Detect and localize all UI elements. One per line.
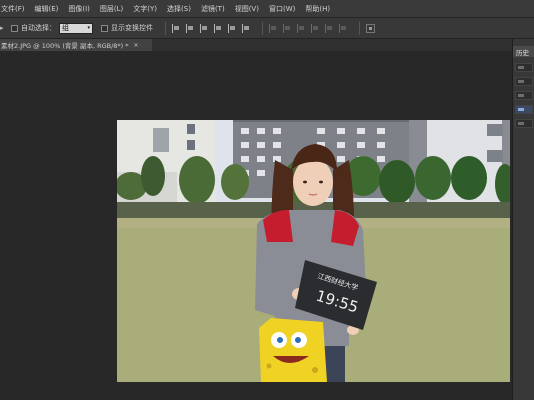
menu-window[interactable]: 窗口(W) <box>264 4 300 14</box>
center-building-roof <box>233 120 409 122</box>
document-tab-bar: 素材2.JPG @ 100% (背景 副本, RGB/8*) * × <box>0 39 512 51</box>
auto-select-checkbox[interactable] <box>11 24 18 32</box>
document-tab[interactable]: 素材2.JPG @ 100% (背景 副本, RGB/8*) * × <box>0 39 152 51</box>
history-state-icon[interactable] <box>515 119 533 128</box>
distribute-top-icon[interactable] <box>269 23 277 33</box>
menu-image[interactable]: 图像(I) <box>63 4 95 14</box>
menu-type[interactable]: 文字(Y) <box>128 4 162 14</box>
align-left-icon[interactable] <box>214 23 222 33</box>
show-transform-label: 显示变换控件 <box>111 24 153 32</box>
menu-edit[interactable]: 编辑(E) <box>30 4 64 14</box>
left-building-window <box>187 124 195 134</box>
menu-bar: 文件(F) 编辑(E) 图像(I) 图层(L) 文字(Y) 选择(S) 滤镜(T… <box>0 0 534 18</box>
history-state-icon[interactable] <box>515 91 533 100</box>
history-state-icon-active[interactable] <box>515 105 533 114</box>
align-right-icon[interactable] <box>242 23 250 33</box>
divider <box>165 21 166 35</box>
history-state-icon[interactable] <box>515 63 533 72</box>
right-panel-strip: 历史 <box>512 39 534 400</box>
menu-layer[interactable]: 图层(L) <box>95 4 128 14</box>
distribute-hcenter-icon[interactable] <box>325 23 333 33</box>
history-state-icon[interactable] <box>515 77 533 86</box>
history-panel-tab[interactable]: 历史 <box>513 46 534 57</box>
menu-view[interactable]: 视图(V) <box>230 4 264 14</box>
auto-select-value: 组 <box>62 24 69 32</box>
show-transform-checkbox[interactable] <box>101 24 108 32</box>
divider <box>262 21 263 35</box>
distribute-right-icon[interactable] <box>339 23 347 33</box>
auto-select-dropdown[interactable]: 组 ▾ <box>59 22 93 34</box>
distribute-vcenter-icon[interactable] <box>283 23 291 33</box>
canvas-area[interactable]: 江西财经大学 19:55 <box>0 51 512 400</box>
align-hcenter-icon[interactable] <box>228 23 236 33</box>
align-bottom-icon[interactable] <box>200 23 208 33</box>
tool-preset-arrow-icon[interactable]: ▸ <box>0 24 4 32</box>
options-bar: ▸ 自动选择： 组 ▾ 显示变换控件 <box>0 18 534 39</box>
right-building-window <box>487 124 503 136</box>
distribute-left-icon[interactable] <box>311 23 319 33</box>
document-photo[interactable]: 江西财经大学 19:55 <box>117 120 510 382</box>
menu-select[interactable]: 选择(S) <box>162 4 196 14</box>
auto-align-layers-icon[interactable] <box>366 23 375 33</box>
left-building-window <box>187 140 195 150</box>
document-tab-label: 素材2.JPG @ 100% (背景 副本, RGB/8*) * <box>1 42 129 50</box>
photo-scene: 江西财经大学 19:55 <box>117 120 510 382</box>
align-vcenter-icon[interactable] <box>186 23 194 33</box>
left-building-window <box>153 128 169 152</box>
menu-file[interactable]: 文件(F) <box>0 4 30 14</box>
divider <box>359 21 360 35</box>
align-top-icon[interactable] <box>172 23 180 33</box>
spongebob-bag <box>259 318 327 382</box>
menu-filter[interactable]: 滤镜(T) <box>196 4 230 14</box>
dropdown-arrow-icon: ▾ <box>87 25 90 31</box>
menu-help[interactable]: 帮助(H) <box>300 4 335 14</box>
distribute-bottom-icon[interactable] <box>297 23 305 33</box>
right-building-window <box>487 150 503 162</box>
auto-select-label: 自动选择： <box>21 24 56 32</box>
close-icon[interactable]: × <box>134 42 139 49</box>
